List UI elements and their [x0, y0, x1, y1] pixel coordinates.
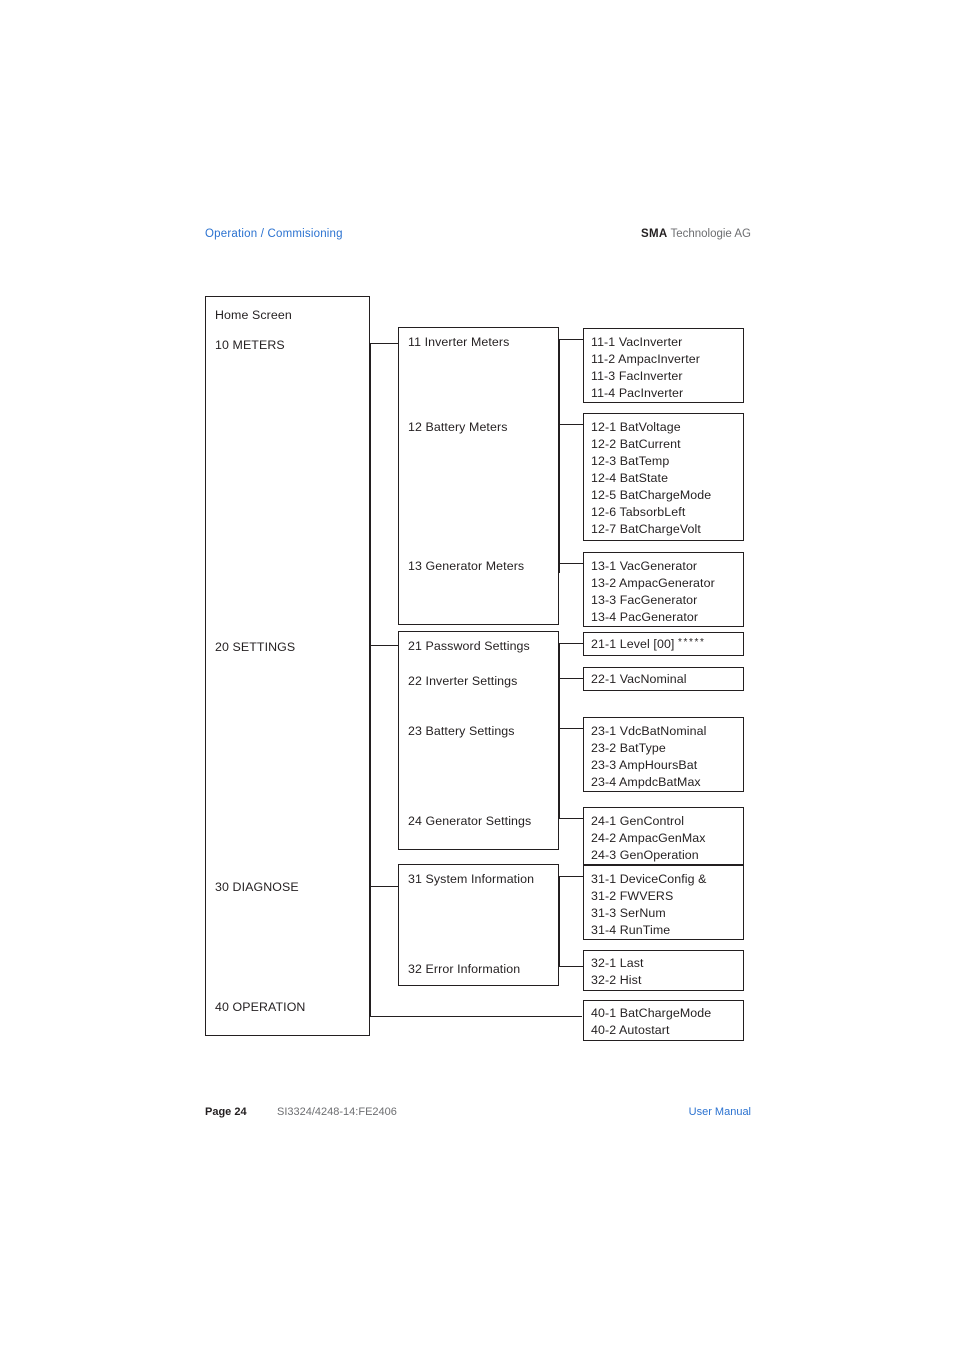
leaf-11-3[interactable]: 11-3 FacInverter	[591, 370, 683, 383]
box-operation-items[interactable]: 40-1 BatChargeMode 40-2 Autostart	[583, 1000, 744, 1041]
leaf-22-1[interactable]: 22-1 VacNominal	[591, 673, 687, 686]
leaf-12-4[interactable]: 12-4 BatState	[591, 472, 668, 485]
box-home-screen[interactable]: Home Screen 10 METERS 20 SETTINGS 30 DIA…	[205, 296, 370, 1036]
box-system-information-items[interactable]: 31-1 DeviceConfig & 31-2 FWVERS 31-3 Ser…	[583, 865, 744, 940]
connector-30-diagnose	[370, 886, 398, 887]
box-meters-submenu[interactable]: 11 Inverter Meters 12 Battery Meters 13 …	[398, 327, 559, 625]
connector-40-operation	[370, 1016, 582, 1017]
connector-11-inverter-meters	[559, 339, 583, 340]
leaf-11-1[interactable]: 11-1 VacInverter	[591, 336, 682, 349]
connector-31-system-information	[559, 876, 583, 877]
connector-spine-diagnose	[559, 876, 560, 966]
leaf-24-3[interactable]: 24-3 GenOperation	[591, 849, 699, 862]
connector-32-error-information	[559, 966, 583, 967]
leaf-24-2[interactable]: 24-2 AmpacGenMax	[591, 832, 706, 845]
connector-10-meters	[370, 343, 398, 344]
leaf-12-1[interactable]: 12-1 BatVoltage	[591, 421, 681, 434]
root-item-40-operation[interactable]: 40 OPERATION	[215, 1001, 305, 1014]
connector-23-battery-settings	[559, 728, 583, 729]
leaf-11-2[interactable]: 11-2 AmpacInverter	[591, 353, 700, 366]
submenu-31-system-information[interactable]: 31 System Information	[408, 873, 534, 886]
leaf-12-7[interactable]: 12-7 BatChargeVolt	[591, 523, 701, 536]
document-code: SI3324/4248-14:FE2406	[277, 1106, 397, 1118]
leaf-11-4[interactable]: 11-4 PacInverter	[591, 387, 683, 400]
submenu-32-error-information[interactable]: 32 Error Information	[408, 963, 520, 976]
root-item-10-meters[interactable]: 10 METERS	[215, 339, 285, 352]
connector-22-inverter-settings	[559, 678, 583, 679]
submenu-22-inverter-settings[interactable]: 22 Inverter Settings	[408, 675, 517, 688]
box-battery-meters-items[interactable]: 12-1 BatVoltage 12-2 BatCurrent 12-3 Bat…	[583, 413, 744, 541]
leaf-31-3[interactable]: 31-3 SerNum	[591, 907, 666, 920]
leaf-31-4[interactable]: 31-4 RunTime	[591, 924, 670, 937]
leaf-32-1[interactable]: 32-1 Last	[591, 957, 644, 970]
leaf-13-3[interactable]: 13-3 FacGenerator	[591, 594, 697, 607]
box-inverter-meters-items[interactable]: 11-1 VacInverter 11-2 AmpacInverter 11-3…	[583, 328, 744, 403]
leaf-23-2[interactable]: 23-2 BatType	[591, 742, 666, 755]
submenu-21-password-settings[interactable]: 21 Password Settings	[408, 640, 530, 653]
page-number: Page 24	[205, 1106, 247, 1118]
connector-20-settings	[370, 645, 398, 646]
leaf-12-2[interactable]: 12-2 BatCurrent	[591, 438, 681, 451]
manual-label: User Manual	[688, 1106, 751, 1118]
connector-24-generator-settings	[559, 818, 583, 819]
submenu-23-battery-settings[interactable]: 23 Battery Settings	[408, 725, 515, 738]
connector-spine-settings	[559, 643, 560, 818]
root-item-30-diagnose[interactable]: 30 DIAGNOSE	[215, 881, 299, 894]
leaf-12-6[interactable]: 12-6 TabsorbLeft	[591, 506, 685, 519]
password-mask: *****	[678, 637, 706, 648]
connector-spine-meters	[559, 339, 560, 573]
submenu-24-generator-settings[interactable]: 24 Generator Settings	[408, 815, 531, 828]
box-password-settings-items[interactable]: 21-1 Level [00] *****	[583, 632, 744, 656]
leaf-13-4[interactable]: 13-4 PacGenerator	[591, 611, 698, 624]
leaf-31-2[interactable]: 31-2 FWVERS	[591, 890, 673, 903]
page-footer: Page 24 SI3324/4248-14:FE2406 User Manua…	[205, 1106, 751, 1124]
leaf-12-3[interactable]: 12-3 BatTemp	[591, 455, 669, 468]
leaf-13-2[interactable]: 13-2 AmpacGenerator	[591, 577, 715, 590]
leaf-32-2[interactable]: 32-2 Hist	[591, 974, 641, 987]
connector-spine-root	[370, 343, 371, 1016]
submenu-11-inverter-meters[interactable]: 11 Inverter Meters	[408, 336, 509, 349]
connector-13-generator-meters	[559, 563, 583, 564]
home-screen-title: Home Screen	[215, 308, 292, 322]
box-generator-settings-items[interactable]: 24-1 GenControl 24-2 AmpacGenMax 24-3 Ge…	[583, 807, 744, 865]
connector-21-password-settings	[559, 643, 583, 644]
box-generator-meters-items[interactable]: 13-1 VacGenerator 13-2 AmpacGenerator 13…	[583, 552, 744, 627]
leaf-31-1[interactable]: 31-1 DeviceConfig &	[591, 873, 707, 886]
leaf-12-5[interactable]: 12-5 BatChargeMode	[591, 489, 711, 502]
leaf-21-1-text: 21-1 Level [00]	[591, 637, 679, 651]
box-settings-submenu[interactable]: 21 Password Settings 22 Inverter Setting…	[398, 631, 559, 850]
box-diagnose-submenu[interactable]: 31 System Information 32 Error Informati…	[398, 864, 559, 986]
box-inverter-settings-items[interactable]: 22-1 VacNominal	[583, 667, 744, 691]
leaf-24-1[interactable]: 24-1 GenControl	[591, 815, 684, 828]
box-error-information-items[interactable]: 32-1 Last 32-2 Hist	[583, 950, 744, 991]
leaf-23-1[interactable]: 23-1 VdcBatNominal	[591, 725, 706, 738]
root-item-20-settings[interactable]: 20 SETTINGS	[215, 641, 295, 654]
leaf-23-4[interactable]: 23-4 AmpdcBatMax	[591, 776, 701, 789]
document-page: Operation / Commisioning SMA Technologie…	[0, 0, 954, 1351]
submenu-12-battery-meters[interactable]: 12 Battery Meters	[408, 421, 508, 434]
leaf-23-3[interactable]: 23-3 AmpHoursBat	[591, 759, 697, 772]
leaf-40-1[interactable]: 40-1 BatChargeMode	[591, 1007, 711, 1020]
leaf-13-1[interactable]: 13-1 VacGenerator	[591, 560, 697, 573]
box-battery-settings-items[interactable]: 23-1 VdcBatNominal 23-2 BatType 23-3 Amp…	[583, 717, 744, 792]
menu-structure-diagram: Home Screen 10 METERS 20 SETTINGS 30 DIA…	[0, 0, 954, 1351]
submenu-13-generator-meters[interactable]: 13 Generator Meters	[408, 560, 524, 573]
leaf-21-1[interactable]: 21-1 Level [00] *****	[591, 637, 706, 651]
leaf-40-2[interactable]: 40-2 Autostart	[591, 1024, 670, 1037]
connector-12-battery-meters	[559, 424, 583, 425]
